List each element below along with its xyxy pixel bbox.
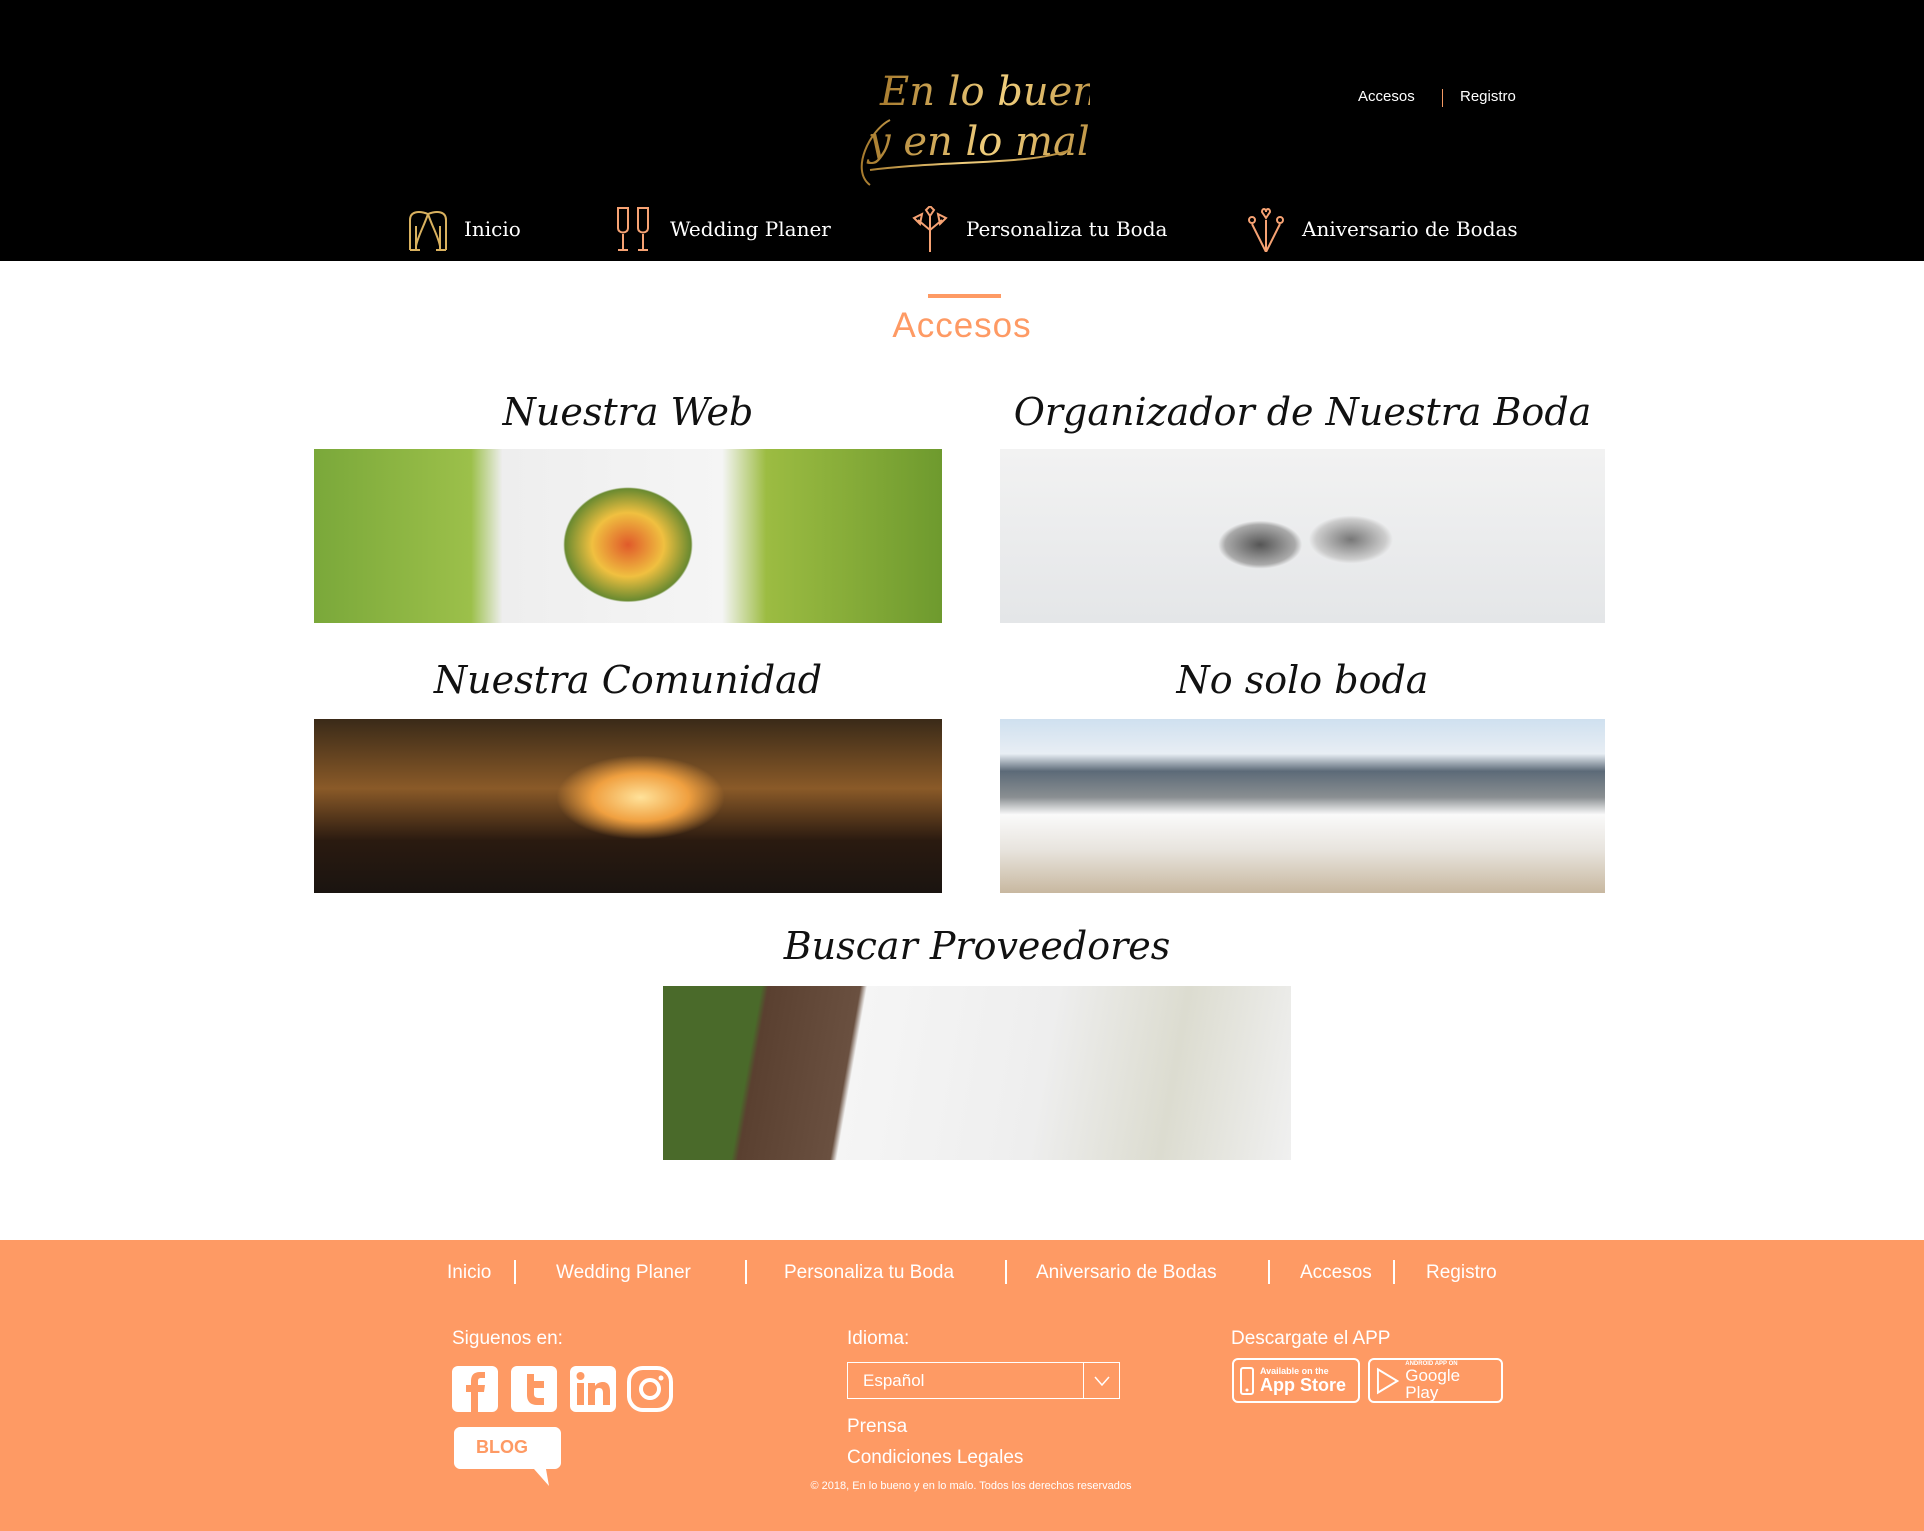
card-image-comunidad[interactable]: [314, 719, 942, 893]
nav-personaliza[interactable]: Personaliza tu Boda: [908, 206, 1167, 252]
nav-label: Aniversario de Bodas: [1302, 217, 1518, 241]
footer: Inicio Wedding Planer Personaliza tu Bod…: [0, 1240, 1924, 1531]
divider: [1005, 1260, 1007, 1284]
fireworks-icon: [1248, 208, 1284, 252]
champagne-glasses-icon: [617, 207, 649, 251]
footer-link-registro[interactable]: Registro: [1426, 1262, 1497, 1284]
header: En lo bueno y en lo malo Accesos Registr…: [0, 0, 1924, 261]
badge-big-text: App Store: [1260, 1375, 1347, 1395]
nav-inicio[interactable]: Inicio: [406, 206, 521, 252]
google-play-badge[interactable]: ANDROID APP ON Google Play: [1368, 1358, 1503, 1403]
card-title-comunidad[interactable]: Nuestra Comunidad: [314, 658, 942, 702]
footer-link-accesos[interactable]: Accesos: [1300, 1262, 1372, 1284]
card-title-nuestra-web[interactable]: Nuestra Web: [314, 390, 942, 434]
blog-label: BLOG: [476, 1437, 528, 1457]
card-title-organizador[interactable]: Organizador de Nuestra Boda: [1000, 390, 1605, 434]
card-title-proveedores[interactable]: Buscar Proveedores: [663, 924, 1291, 968]
copyright: © 2018, En lo bueno y en lo malo. Todos …: [810, 1480, 1132, 1492]
phone-icon: [1240, 1366, 1254, 1395]
logo[interactable]: En lo bueno y en lo malo: [830, 60, 1122, 190]
footer-link-inicio[interactable]: Inicio: [447, 1262, 491, 1284]
instagram-icon[interactable]: [627, 1366, 673, 1412]
facebook-icon[interactable]: [452, 1366, 498, 1412]
nav-label: Personaliza tu Boda: [966, 217, 1168, 241]
social-label: Siguenos en:: [452, 1328, 563, 1349]
divider: [745, 1260, 747, 1284]
twitter-icon[interactable]: [511, 1366, 557, 1412]
nav-aniversario[interactable]: Aniversario de Bodas: [1244, 206, 1518, 252]
svg-text:En lo bueno: En lo bueno: [879, 69, 1090, 115]
page-title: Accesos: [892, 306, 1032, 345]
top-link-registro[interactable]: Registro: [1460, 88, 1516, 105]
divider: [1268, 1260, 1270, 1284]
svg-text:y en lo malo: y en lo malo: [866, 119, 1090, 165]
chevron-down-icon: [1083, 1363, 1119, 1398]
play-icon: [1376, 1367, 1400, 1394]
divider: [1442, 89, 1443, 107]
card-image-organizador[interactable]: [1000, 449, 1605, 623]
language-label: Idioma:: [847, 1328, 910, 1349]
language-select[interactable]: Español: [847, 1362, 1120, 1399]
blog-button[interactable]: BLOG: [454, 1427, 561, 1486]
footer-link-wedding-planer[interactable]: Wedding Planer: [556, 1262, 691, 1284]
badge-big-text: Google Play: [1405, 1365, 1461, 1402]
arch-icon: [409, 211, 447, 251]
nav-label: Inicio: [464, 217, 521, 241]
top-link-accesos[interactable]: Accesos: [1358, 88, 1415, 105]
divider: [514, 1260, 516, 1284]
card-image-proveedores[interactable]: [663, 986, 1291, 1160]
nav-wedding-planer[interactable]: Wedding Planer: [612, 206, 831, 252]
app-label: Descargate el APP: [1231, 1328, 1391, 1349]
linkedin-icon[interactable]: [570, 1366, 616, 1412]
footer-link-personaliza[interactable]: Personaliza tu Boda: [784, 1262, 954, 1284]
app-store-badge[interactable]: Available on the App Store: [1232, 1358, 1360, 1403]
card-image-no-solo-boda[interactable]: [1000, 719, 1605, 893]
language-value: Español: [863, 1370, 925, 1390]
card-title-no-solo-boda[interactable]: No solo boda: [1000, 658, 1605, 702]
nav-label: Wedding Planer: [670, 217, 831, 241]
footer-link-prensa[interactable]: Prensa: [847, 1416, 907, 1438]
title-accent-line: [928, 294, 1001, 298]
bouquet-icon: [912, 206, 948, 252]
divider: [1393, 1260, 1395, 1284]
footer-link-condiciones[interactable]: Condiciones Legales: [847, 1447, 1023, 1469]
footer-link-aniversario[interactable]: Aniversario de Bodas: [1036, 1262, 1217, 1284]
card-image-nuestra-web[interactable]: [314, 449, 942, 623]
